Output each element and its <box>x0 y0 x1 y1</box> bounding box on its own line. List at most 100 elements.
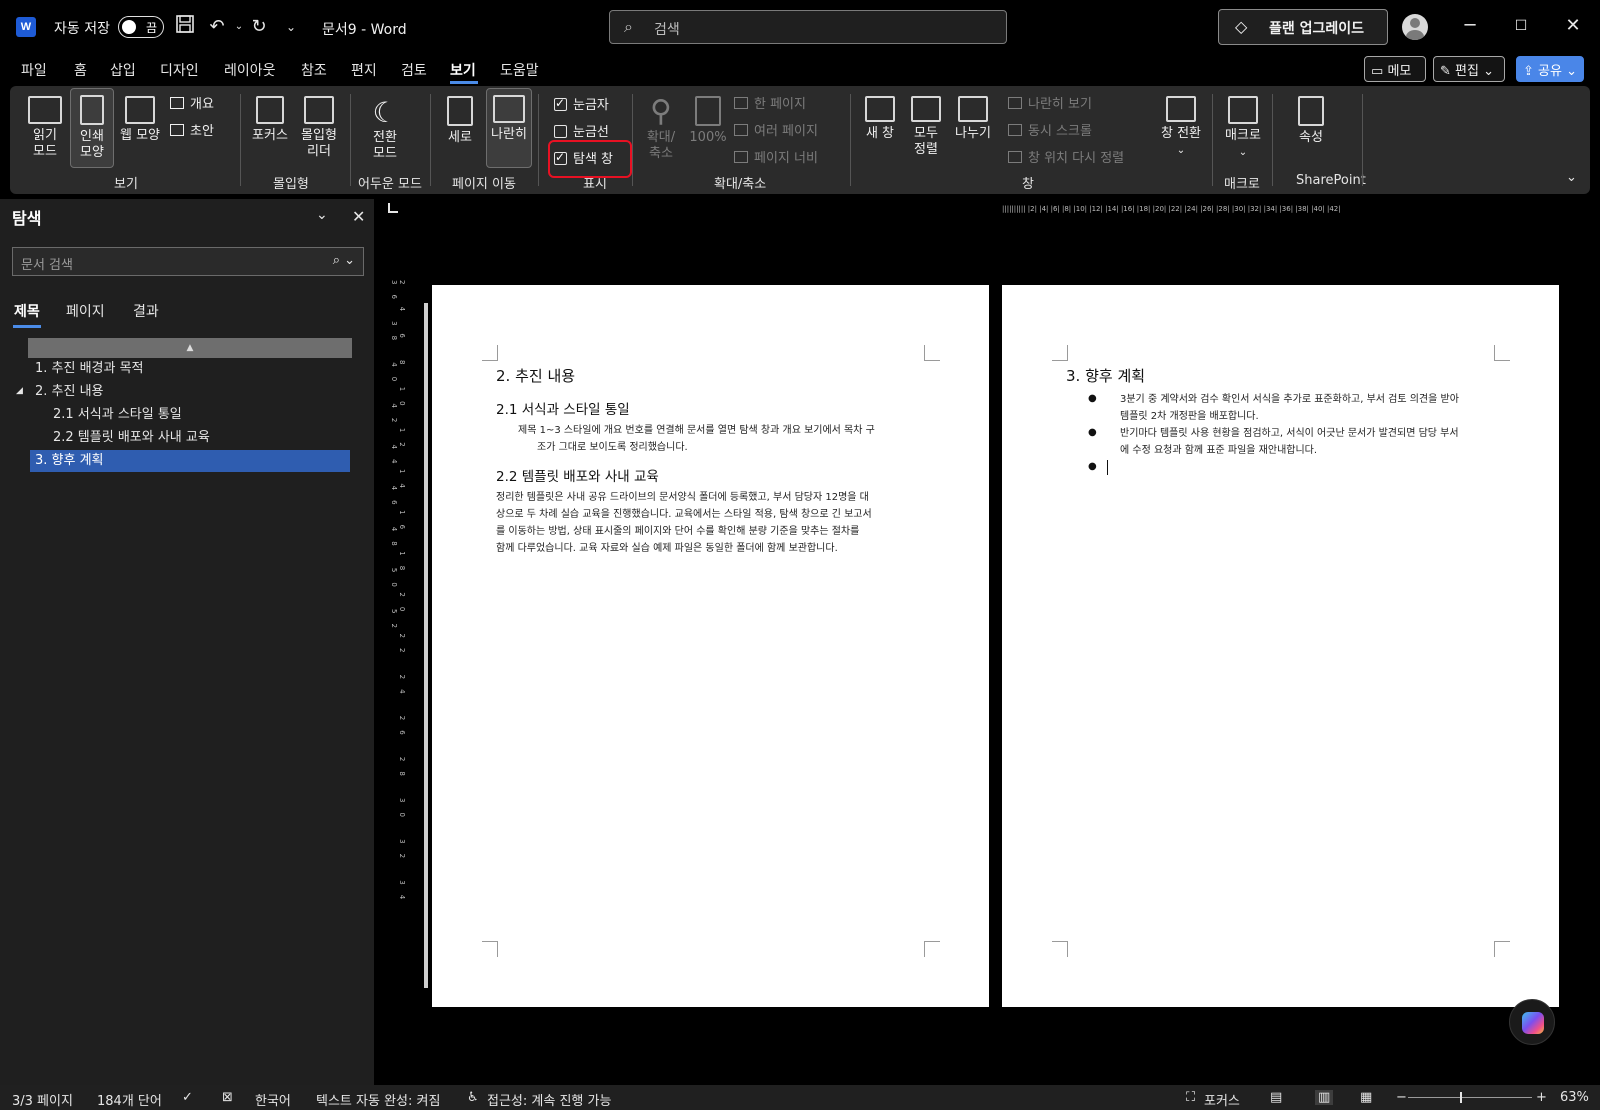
zoom-out-icon[interactable]: − <box>1396 1090 1407 1105</box>
arrange-all-button[interactable]: 모두 정렬 <box>904 92 948 164</box>
web-layout-icon[interactable]: ▦ <box>1360 1090 1372 1105</box>
margin-mark <box>1052 941 1068 957</box>
customize-toolbar-icon[interactable]: ⌄ <box>278 14 304 40</box>
gridlines-checkbox[interactable]: 눈금선 <box>554 121 609 140</box>
page-left[interactable]: 2. 추진 내용 2.1 서식과 스타일 통일 제목 1~3 스타일에 개요 번… <box>432 285 989 1007</box>
nav-search-input[interactable]: 문서 검색 ⌕ ⌄ <box>12 247 364 276</box>
nav-scroll-up-button[interactable]: ▲ <box>28 338 352 358</box>
collapse-caret-icon[interactable]: ◢ <box>16 386 23 396</box>
save-icon[interactable] <box>172 14 198 40</box>
multi-page-label: 여러 페이지 <box>754 124 818 139</box>
copilot-icon[interactable] <box>1509 999 1555 1045</box>
group-label-window: 창 <box>1022 177 1034 192</box>
maximize-icon[interactable]: ☐ <box>1509 14 1533 38</box>
sync-scroll-icon <box>1008 124 1022 136</box>
zoom-button[interactable]: ⚲ 확대/ 축소 <box>638 92 684 164</box>
sync-scroll-button[interactable]: 동시 스크롤 <box>1008 120 1092 139</box>
read-mode-label: 읽기 모드 <box>33 128 57 159</box>
proofing-icon[interactable]: ✓ <box>182 1090 193 1105</box>
macro-button[interactable]: 매크로 ⌄ <box>1218 92 1268 168</box>
tab-help[interactable]: 도움말 <box>500 60 539 80</box>
margin-mark <box>1052 345 1068 361</box>
close-icon[interactable]: ✕ <box>1561 14 1585 38</box>
switch-window-button[interactable]: 창 전환 ⌄ <box>1156 92 1206 168</box>
tab-insert[interactable]: 삽입 <box>110 60 136 80</box>
tab-references[interactable]: 참조 <box>301 60 327 80</box>
new-window-button[interactable]: 새 창 <box>858 92 902 152</box>
one-page-button[interactable]: 한 페이지 <box>734 93 806 112</box>
text-autocomplete-status[interactable]: 텍스트 자동 완성: 켜짐 <box>316 1090 440 1109</box>
share-button[interactable]: ⇪ 공유 ⌄ <box>1516 56 1584 82</box>
outline-button[interactable]: 개요 <box>170 93 214 112</box>
redo-icon[interactable]: ↻ <box>246 14 272 40</box>
tab-design[interactable]: 디자인 <box>160 60 199 80</box>
ribbon-separator <box>430 94 431 186</box>
search-box[interactable]: ⌕ 검색 <box>609 10 1007 44</box>
nav-heading-3[interactable]: 3. 향후 계획 <box>30 450 350 472</box>
print-layout-icon[interactable]: ▥ <box>1315 1090 1334 1105</box>
nav-tab-results[interactable]: 결과 <box>133 301 159 321</box>
tab-view[interactable]: 보기 <box>450 60 476 80</box>
language[interactable]: 한국어 <box>255 1090 291 1109</box>
vertical-ruler[interactable]: 2 4 6 8 10 12 14 16 18 20 22 24 26 28 30… <box>390 280 406 930</box>
avatar[interactable] <box>1402 14 1428 40</box>
plan-upgrade-button[interactable]: ◇ 플랜 업그레이드 <box>1218 9 1388 45</box>
tab-mailings[interactable]: 편지 <box>351 60 377 80</box>
read-mode-icon[interactable]: ▤ <box>1270 1090 1282 1105</box>
bullet-line: 에 수정 요청과 함께 표준 파일을 재안내합니다. <box>1120 445 1318 456</box>
view-side-by-side-button[interactable]: 나란히 보기 <box>1008 93 1092 112</box>
reset-window-position-button[interactable]: 창 위치 다시 정렬 <box>1008 147 1124 166</box>
ruler-checkbox[interactable]: 눈금자 <box>554 94 609 113</box>
memo-button[interactable]: ▭ 메모 <box>1364 56 1426 82</box>
word-count[interactable]: 184개 단어 <box>97 1090 162 1109</box>
autosave-toggle[interactable]: 끔 <box>118 16 164 38</box>
page-width-button[interactable]: 페이지 너비 <box>734 147 818 166</box>
web-layout-button[interactable]: 웹 모양 <box>116 92 164 152</box>
accessibility-status[interactable]: 접근성: 계속 진행 가능 <box>487 1090 611 1109</box>
horizontal-ruler[interactable]: |||||||||| |2| |4| |6| |8| |10| |12| |14… <box>1002 205 1496 219</box>
zoom-100-button[interactable]: 100% <box>688 92 728 152</box>
nav-heading-2[interactable]: 2. 추진 내용 <box>30 381 350 403</box>
search-dropdown-icon[interactable]: ⌕ ⌄ <box>333 253 355 268</box>
zoom-in-icon[interactable]: + <box>1536 1090 1547 1105</box>
tab-file[interactable]: 파일 <box>21 60 47 80</box>
nav-heading-2-1[interactable]: 2.1 서식과 스타일 통일 <box>48 404 350 426</box>
nav-tab-headings[interactable]: 제목 <box>14 301 40 321</box>
zoom-slider[interactable] <box>1408 1097 1532 1098</box>
nav-options-chevron-icon[interactable]: ⌄ <box>316 207 328 223</box>
nav-tab-pages[interactable]: 페이지 <box>66 301 105 321</box>
tab-review[interactable]: 검토 <box>401 60 427 80</box>
page-count[interactable]: 3/3 페이지 <box>12 1090 73 1109</box>
side-by-side-button[interactable]: 나란히 <box>486 88 532 168</box>
read-mode-button[interactable]: 읽기 모드 <box>22 92 68 164</box>
zoom-level[interactable]: 63% <box>1560 1090 1589 1105</box>
vertical-button[interactable]: 세로 <box>438 92 482 152</box>
tab-home[interactable]: 홈 <box>74 60 87 80</box>
word-app-icon: W <box>16 17 36 37</box>
page-right[interactable]: 3. 향후 계획 ● 3분기 중 계약서와 검수 확인서 서식을 추가로 표준화… <box>1002 285 1559 1007</box>
track-changes-icon[interactable]: ⊠ <box>222 1090 233 1105</box>
minimize-icon[interactable]: ─ <box>1458 14 1482 38</box>
one-page-icon <box>734 97 748 109</box>
split-button[interactable]: 나누기 <box>950 92 996 152</box>
properties-button[interactable]: 속성 <box>1286 92 1336 152</box>
multi-page-button[interactable]: 여러 페이지 <box>734 120 818 139</box>
margin-mark <box>924 941 940 957</box>
print-layout-button[interactable]: 인쇄 모양 <box>70 88 114 168</box>
tab-stop-selector[interactable] <box>388 203 398 213</box>
draft-button[interactable]: 초안 <box>170 120 214 139</box>
nav-heading-2-2[interactable]: 2.2 템플릿 배포와 사내 교육 <box>48 427 350 449</box>
focus-mode-button[interactable]: 포커스 <box>1204 1090 1240 1109</box>
switch-mode-button[interactable]: ☾ 전환 모드 <box>360 92 410 164</box>
focus-button[interactable]: 포커스 <box>246 92 294 152</box>
group-label-page-move: 페이지 이동 <box>452 177 516 192</box>
page-width-label: 페이지 너비 <box>754 151 818 166</box>
split-label: 나누기 <box>955 126 991 141</box>
edit-button[interactable]: ✎ 편집 ⌄ <box>1433 56 1505 82</box>
immersive-reader-button[interactable]: 몰입형 리더 <box>296 92 342 164</box>
nav-heading-1[interactable]: 1. 추진 배경과 목적 <box>30 358 350 380</box>
ribbon-collapse-icon[interactable]: ⌄ <box>1566 170 1577 185</box>
tab-layout[interactable]: 레이아웃 <box>224 60 276 80</box>
nav-close-icon[interactable]: ✕ <box>352 207 365 226</box>
zoom-slider-thumb[interactable] <box>1460 1092 1462 1103</box>
